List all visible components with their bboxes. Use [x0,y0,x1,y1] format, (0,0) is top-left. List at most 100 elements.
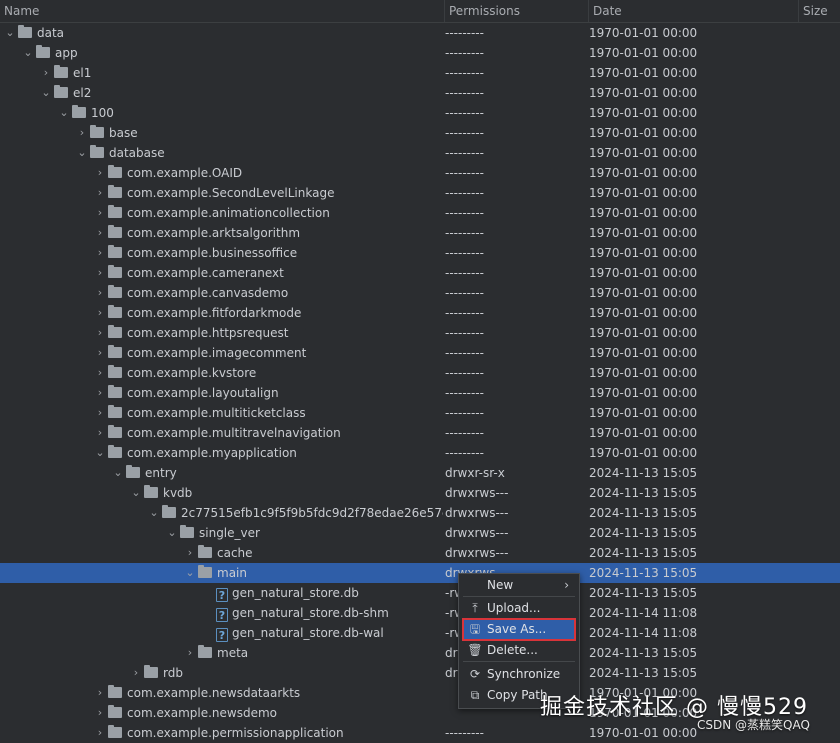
row-name-cell: › com.example.newsdemo [92,703,443,723]
expand-closed-icon[interactable]: › [92,683,108,703]
expand-closed-icon[interactable]: › [92,303,108,323]
file-row[interactable]: ? gen_natural_store.db-shm -rw 2024-11-14 1… [0,603,840,623]
expand-closed-icon[interactable]: › [92,723,108,743]
expand-closed-icon[interactable]: › [92,183,108,203]
expand-open-icon[interactable]: ⌄ [128,483,144,503]
expand-closed-icon[interactable]: › [92,423,108,443]
folder-row[interactable]: ⌄ com.example.myapplication --------- 1970-… [0,443,840,463]
expand-open-icon[interactable]: ⌄ [74,143,90,163]
expand-closed-icon[interactable]: › [92,703,108,723]
expand-closed-icon[interactable]: › [182,543,198,563]
folder-row[interactable]: ⌄ 2c77515efb1c9f5f9b5fdc9d2f78edae26e57c5… [0,503,840,523]
folder-row[interactable]: › meta dr 2024-11-13 15:05 [0,643,840,663]
folder-row[interactable]: › rdb dr 2024-11-13 15:05 [0,663,840,683]
file-row[interactable]: ? gen_natural_store.db-wal -rw 2024-11-14 1… [0,623,840,643]
submenu-chevron-icon: › [564,578,569,592]
folder-row[interactable]: › com.example.imagecomment --------- 1970-0… [0,343,840,363]
folder-row[interactable]: ⌄maindrwxrws2024-11-13 15:05 [0,563,840,583]
expand-closed-icon[interactable]: › [92,203,108,223]
expand-closed-icon[interactable]: › [38,63,54,83]
folder-row[interactable]: › com.example.fitfordarkmode --------- 1970… [0,303,840,323]
delete-icon: 🗑 [467,643,483,657]
folder-row[interactable]: › cache drwxrws--- 2024-11-13 15:05 [0,543,840,563]
expand-closed-icon[interactable]: › [92,243,108,263]
row-label: kvdb [163,486,193,500]
row-permissions: drwxrws--- [445,486,509,500]
folder-row[interactable]: › com.example.cameranext --------- 1970-01-… [0,263,840,283]
folder-row[interactable]: ⌄ 100 --------- 1970-01-01 00:00 [0,103,840,123]
folder-row[interactable]: ⌄ database --------- 1970-01-01 00:00 [0,143,840,163]
folder-row[interactable]: › com.example.SecondLevelLinkage ---------… [0,183,840,203]
menu-item-new[interactable]: New › [463,575,575,596]
folder-row[interactable]: › com.example.arktsalgorithm --------- 1970… [0,223,840,243]
expand-closed-icon[interactable]: › [92,163,108,183]
expand-closed-icon[interactable]: › [182,643,198,663]
folder-row[interactable]: › com.example.httpsrequest --------- 1970-0… [0,323,840,343]
expand-open-icon[interactable]: ⌄ [182,563,198,583]
expand-open-icon[interactable]: ⌄ [110,463,126,483]
expand-closed-icon[interactable]: › [92,263,108,283]
menu-separator [463,661,575,662]
row-date: 1970-01-01 00:00 [589,326,698,340]
row-name-cell: ⌄ kvdb [128,483,443,503]
expand-closed-icon[interactable]: › [74,123,90,143]
row-date: 1970-01-01 00:00 [589,366,698,380]
menu-item-upload[interactable]: ⤒ Upload... [463,598,575,619]
column-header-name[interactable]: Name [0,0,444,22]
expand-open-icon[interactable]: ⌄ [164,523,180,543]
folder-row[interactable]: › com.example.canvasdemo --------- 1970-01-… [0,283,840,303]
expand-open-icon[interactable]: ⌄ [2,23,18,43]
expand-closed-icon[interactable]: › [92,363,108,383]
folder-row[interactable]: › base --------- 1970-01-01 00:00 [0,123,840,143]
row-date: 2024-11-13 15:05 [589,566,698,580]
folder-icon [198,645,212,658]
folder-row[interactable]: › com.example.kvstore --------- 1970-01-01 … [0,363,840,383]
menu-item-synchronize[interactable]: ⟳ Synchronize [463,664,575,685]
menu-item-delete[interactable]: 🗑 Delete... [463,640,575,661]
column-header-permissions[interactable]: Permissions [444,0,588,22]
folder-row[interactable]: › el1 --------- 1970-01-01 00:00 [0,63,840,83]
expand-closed-icon[interactable]: › [92,283,108,303]
expand-closed-icon[interactable]: › [128,663,144,683]
folder-row[interactable]: › com.example.OAID --------- 1970-01-01 00:… [0,163,840,183]
folder-icon [108,165,122,178]
row-name-cell: ⌄ data [2,23,443,43]
row-label: gen_natural_store.db-wal [232,626,384,640]
row-permissions: --------- [445,46,484,60]
row-name-cell: › com.example.SecondLevelLinkage [92,183,443,203]
folder-icon [108,445,122,458]
expand-closed-icon[interactable]: › [92,223,108,243]
folder-icon [108,245,122,258]
row-permissions: --------- [445,126,484,140]
row-label: cache [217,546,253,560]
folder-row[interactable]: › com.example.layoutalign --------- 1970-01… [0,383,840,403]
folder-row[interactable]: › com.example.multiticketclass --------- 19… [0,403,840,423]
expand-open-icon[interactable]: ⌄ [56,103,72,123]
expand-closed-icon[interactable]: › [92,383,108,403]
folder-icon [108,225,122,238]
folder-row[interactable]: ⌄ single_ver drwxrws--- 2024-11-13 15:05 [0,523,840,543]
folder-row[interactable]: ⌄ data --------- 1970-01-01 00:00 [0,23,840,43]
folder-row[interactable]: › com.example.multitravelnavigation ------… [0,423,840,443]
expand-closed-icon[interactable]: › [92,323,108,343]
expand-closed-icon[interactable]: › [92,343,108,363]
folder-row[interactable]: ⌄ el2 --------- 1970-01-01 00:00 [0,83,840,103]
row-date: 1970-01-01 00:00 [589,46,698,60]
folder-row[interactable]: ⌄ entry drwxr-sr-x 2024-11-13 15:05 [0,463,840,483]
expand-open-icon[interactable]: ⌄ [92,443,108,463]
folder-row[interactable]: ⌄ app --------- 1970-01-01 00:00 [0,43,840,63]
row-name-cell: ⌄ com.example.myapplication [92,443,443,463]
folder-row[interactable]: › com.example.businessoffice --------- 1970… [0,243,840,263]
folder-row[interactable]: › com.example.animationcollection --------… [0,203,840,223]
column-header-size[interactable]: Size [798,0,840,22]
expand-closed-icon[interactable]: › [92,403,108,423]
file-row[interactable]: ? gen_natural_store.db -rw 2024-11-13 15:05 [0,583,840,603]
expand-open-icon[interactable]: ⌄ [38,83,54,103]
folder-row[interactable]: ⌄ kvdb drwxrws--- 2024-11-13 15:05 [0,483,840,503]
expand-open-icon[interactable]: ⌄ [146,503,162,523]
expand-open-icon[interactable]: ⌄ [20,43,36,63]
column-header-date[interactable]: Date [588,0,798,22]
folder-icon [198,565,212,578]
row-permissions: --------- [445,386,484,400]
menu-item-save-as[interactable]: 🖫 Save As... [462,618,576,641]
